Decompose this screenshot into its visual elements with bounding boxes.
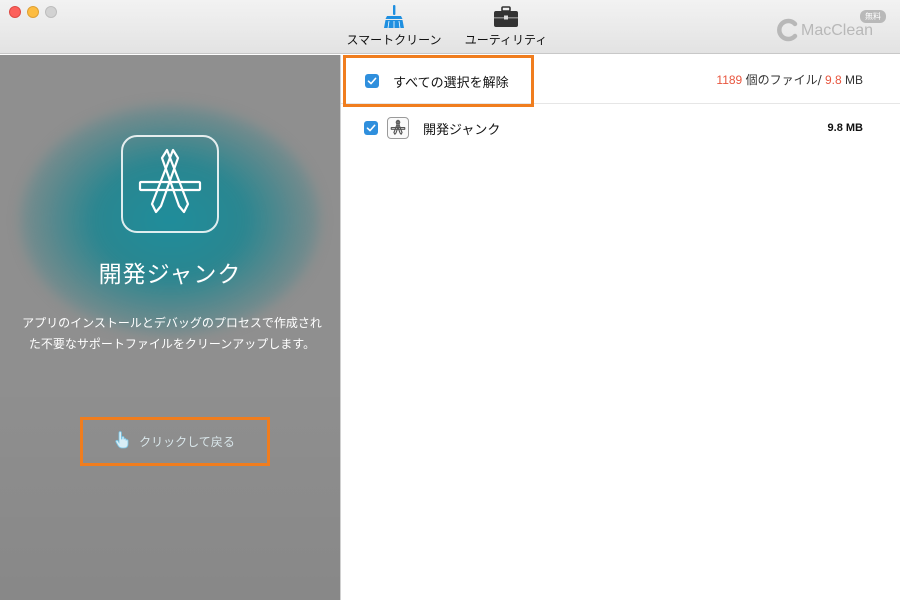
selection-summary: 1189 個のファイル/ 9.8 MB — [716, 71, 863, 88]
close-window-button[interactable] — [9, 6, 21, 18]
window-controls — [9, 6, 57, 18]
item-size: 9.8 MB — [827, 122, 863, 134]
category-title: 開発ジャンク — [98, 262, 242, 288]
category-description: アプリのインストールとデバッグのプロセスで作成された不要なサポートファイルをクリ… — [22, 316, 322, 351]
checkmark-icon — [366, 124, 376, 132]
back-button-label: クリックして戻る — [139, 435, 235, 449]
hand-pointer-icon — [115, 430, 129, 453]
window-titlebar: スマートクリーン ユーティリティ 無料 MacClean — [0, 0, 900, 54]
toolbox-icon — [493, 4, 519, 30]
list-item[interactable]: 開発ジャンク 9.8 MB — [341, 113, 900, 143]
macclean-logo-icon — [776, 18, 800, 42]
category-detail-panel: 開発ジャンク アプリのインストールとデバッグのプロセスで作成された不要なサポート… — [0, 55, 340, 600]
tab-smart-clean[interactable]: スマートクリーン — [344, 4, 444, 50]
size-value: 9.8 — [824, 73, 842, 87]
file-list-panel: すべての選択を解除 1189 個のファイル/ 9.8 MB 開発ジャンク 9.8… — [340, 55, 900, 600]
app-store-dev-icon — [387, 117, 409, 139]
item-checkbox[interactable] — [364, 121, 378, 135]
zoom-window-button[interactable] — [45, 6, 57, 18]
size-unit: MB — [845, 73, 863, 87]
select-all-checkbox[interactable] — [365, 74, 379, 88]
tab-utilities[interactable]: ユーティリティ — [460, 4, 552, 50]
deselect-all-toggle[interactable]: すべての選択を解除 — [343, 55, 534, 107]
brand-name: MacClean — [801, 22, 874, 39]
checkmark-icon — [367, 77, 377, 85]
tab-utilities-label: ユーティリティ — [464, 33, 548, 47]
select-all-row: すべての選択を解除 1189 個のファイル/ 9.8 MB — [341, 55, 900, 107]
tab-smart-clean-label: スマートクリーン — [346, 33, 442, 47]
file-unit: 個のファイル/ — [745, 73, 822, 87]
broom-icon — [383, 4, 405, 30]
minimize-window-button[interactable] — [27, 6, 39, 18]
app-store-dev-icon — [121, 135, 219, 233]
back-button[interactable]: クリックして戻る — [80, 417, 270, 466]
file-count: 1189 — [716, 73, 743, 87]
select-all-label: すべての選択を解除 — [393, 75, 509, 91]
item-label: 開発ジャンク — [423, 122, 501, 138]
brand-logo: 無料 MacClean — [776, 10, 886, 48]
